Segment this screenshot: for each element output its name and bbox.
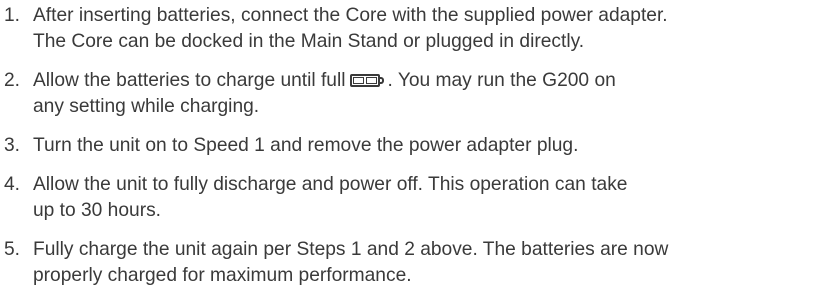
- step-text: Turn the unit on to Speed 1 and remove t…: [33, 133, 824, 159]
- step-number: 2.: [4, 70, 21, 91]
- step-line: After inserting batteries, connect the C…: [33, 5, 668, 26]
- instruction-steps: 1. After inserting batteries, connect th…: [0, 0, 824, 298]
- step-text-segment: . You may run the G200 on: [387, 70, 616, 91]
- step-number: 3.: [4, 135, 21, 156]
- step-text: Allow the unit to fully discharge and po…: [33, 172, 824, 224]
- step-text: Fully charge the unit again per Steps 1 …: [33, 237, 824, 289]
- step-line: properly charged for maximum performance…: [33, 265, 412, 286]
- step-text: After inserting batteries, connect the C…: [33, 3, 824, 55]
- step-line: up to 30 hours.: [33, 200, 162, 221]
- step-text: Allow the batteries to charge until full…: [33, 68, 824, 120]
- step-line: Fully charge the unit again per Steps 1 …: [33, 239, 669, 260]
- step-line: Allow the unit to fully discharge and po…: [33, 174, 628, 195]
- step-number: 4.: [4, 174, 21, 195]
- step-line: Turn the unit on to Speed 1 and remove t…: [33, 135, 579, 156]
- step-line: The Core can be docked in the Main Stand…: [33, 31, 585, 52]
- battery-full-icon: [349, 74, 384, 87]
- step-number: 1.: [4, 5, 21, 26]
- step-text-segment: Allow the batteries to charge until full: [33, 70, 346, 91]
- step-line: Allow the batteries to charge until full…: [33, 68, 824, 94]
- step-line: any setting while charging.: [33, 96, 260, 117]
- step-number: 5.: [4, 239, 21, 260]
